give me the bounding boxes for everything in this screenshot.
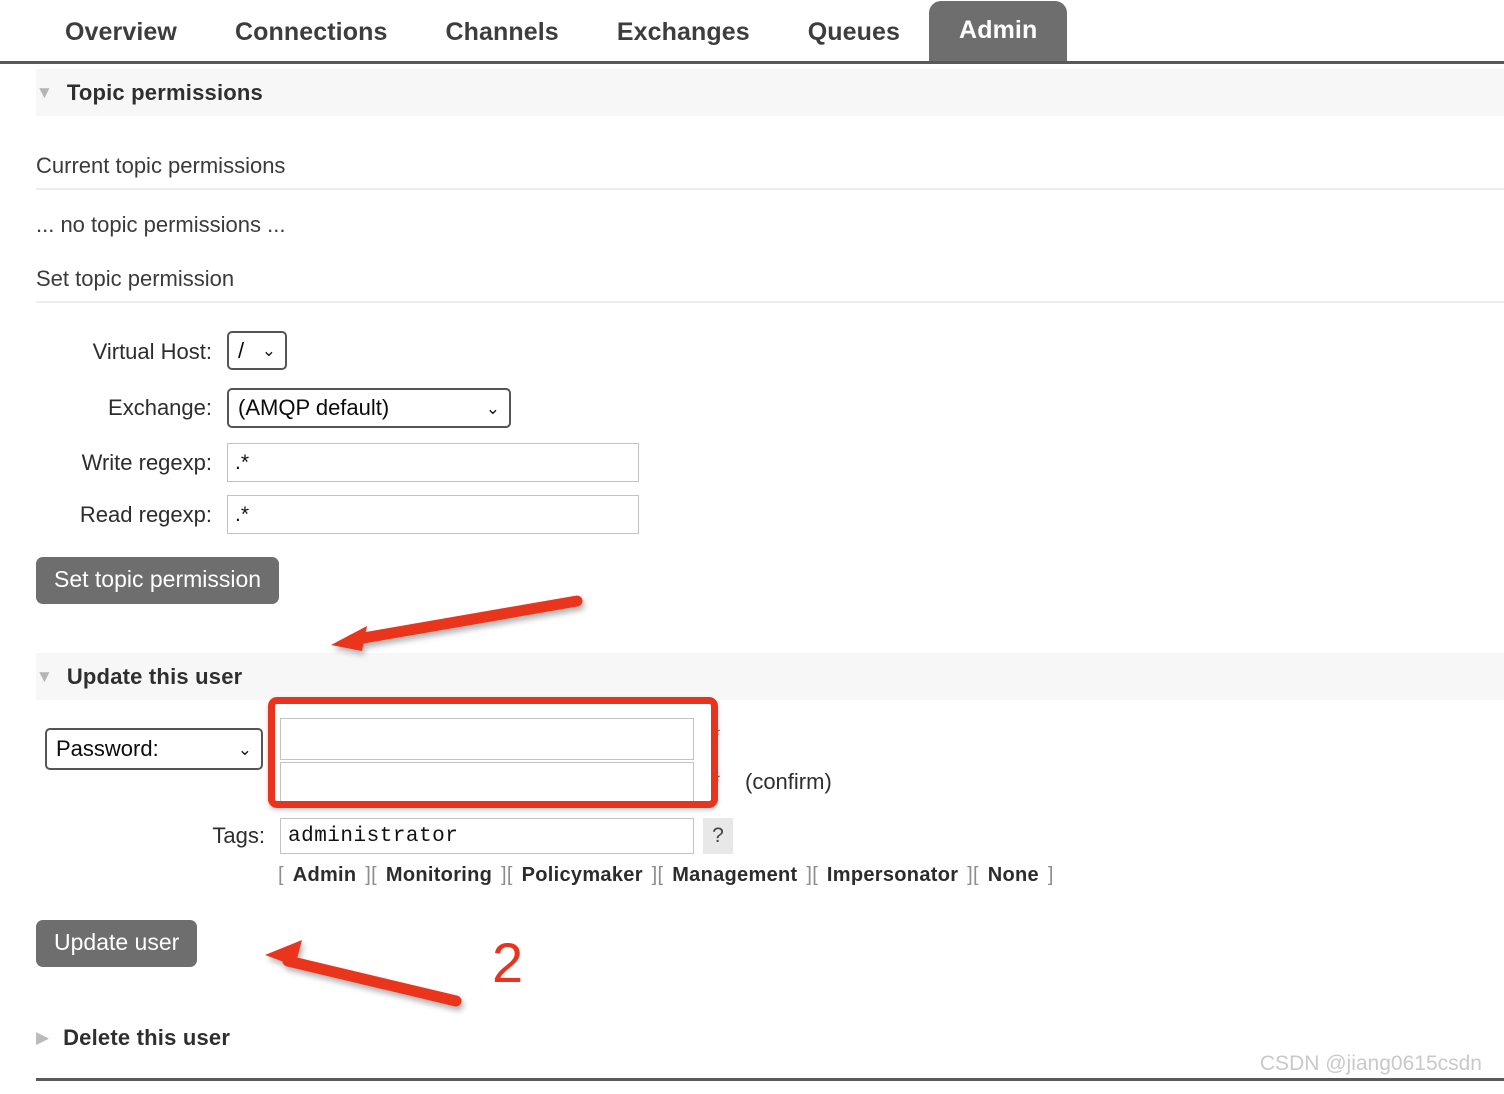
tab-queues[interactable]: Queues — [779, 20, 929, 61]
bracket-open: [ — [278, 864, 284, 886]
auth-mode-select-value: Password: — [56, 736, 159, 761]
tags-input[interactable] — [280, 818, 694, 854]
bracket-open: [ — [506, 864, 513, 886]
bracket-open: [ — [973, 864, 979, 886]
chevron-down-icon: ⌄ — [485, 398, 500, 418]
password-confirm-input[interactable] — [280, 762, 694, 804]
chevron-down-icon: ⌄ — [237, 739, 252, 759]
section-title-topic-permissions: Topic permissions — [66, 79, 263, 105]
label-read-regexp: Read regexp: — [79, 502, 212, 527]
bracket-open: [ — [371, 864, 378, 886]
virtual-host-select-value: / — [238, 337, 245, 363]
tab-exchanges[interactable]: Exchanges — [588, 20, 779, 61]
section-header-update-this-user[interactable]: ▼ Update this user — [36, 653, 1504, 700]
tab-admin[interactable]: Admin — [929, 1, 1068, 61]
tag-link-none[interactable]: None — [988, 864, 1039, 886]
tab-list: Overview Connections Channels Exchanges … — [36, 0, 1068, 61]
tag-link-admin[interactable]: Admin — [293, 864, 357, 886]
tag-link-impersonator[interactable]: Impersonator — [827, 864, 958, 886]
auth-mode-select[interactable]: Password: ⌄ — [45, 728, 263, 770]
read-regexp-input[interactable] — [227, 495, 639, 534]
footer-divider — [36, 1078, 1504, 1081]
empty-topic-permissions-text: ... no topic permissions ... — [36, 212, 286, 237]
tab-overview[interactable]: Overview — [36, 20, 206, 61]
section-title-delete-this-user: Delete this user — [63, 1024, 231, 1050]
tag-link-policymaker[interactable]: Policymaker — [522, 864, 643, 886]
main-tab-bar: Overview Connections Channels Exchanges … — [0, 0, 1504, 64]
arrow-to-update-this-user — [331, 595, 583, 651]
arrow-to-update-user-button — [265, 940, 462, 1007]
password-confirm-required-asterisk: * — [712, 770, 721, 793]
tab-connections[interactable]: Connections — [206, 20, 417, 61]
password-input[interactable] — [280, 718, 694, 760]
password-required-asterisk: * — [712, 724, 721, 747]
tag-preset-links: [ Admin ][ Monitoring ][ Policymaker ][ … — [278, 864, 1054, 887]
tag-link-monitoring[interactable]: Monitoring — [386, 864, 492, 886]
exchange-select[interactable]: (AMQP default) ⌄ — [227, 388, 511, 428]
exchange-select-value: (AMQP default) — [238, 395, 390, 420]
set-topic-permission-button[interactable]: Set topic permission — [36, 557, 280, 604]
heading-current-topic-permissions: Current topic permissions — [36, 153, 1504, 191]
section-title-update-this-user: Update this user — [66, 663, 243, 689]
tag-link-management[interactable]: Management — [672, 864, 797, 886]
label-tags: Tags: — [212, 823, 265, 848]
bracket-open: [ — [657, 864, 664, 886]
chevron-down-icon[interactable]: ▼ — [36, 84, 53, 101]
bracket-close: ] — [1047, 864, 1054, 886]
section-header-topic-permissions[interactable]: ▼ Topic permissions — [36, 69, 1504, 116]
label-virtual-host: Virtual Host: — [92, 339, 212, 364]
annotation-step-number: 2 — [492, 931, 524, 994]
tab-channels[interactable]: Channels — [416, 20, 587, 61]
watermark-text: CSDN @jiang0615csdn — [1259, 1052, 1482, 1075]
label-write-regexp: Write regexp: — [81, 450, 212, 475]
bracket-open: [ — [812, 864, 819, 886]
chevron-right-icon[interactable]: ▶ — [36, 1029, 49, 1046]
password-confirm-note: (confirm) — [745, 769, 832, 794]
label-exchange: Exchange: — [108, 395, 212, 420]
chevron-down-icon[interactable]: ▼ — [36, 668, 53, 685]
heading-set-topic-permission: Set topic permission — [36, 266, 1504, 304]
tags-help-button[interactable]: ? — [703, 818, 733, 854]
write-regexp-input[interactable] — [227, 443, 639, 482]
update-user-button[interactable]: Update user — [36, 920, 198, 967]
virtual-host-select[interactable]: / ⌄ — [227, 331, 287, 370]
chevron-down-icon: ⌄ — [261, 341, 276, 360]
